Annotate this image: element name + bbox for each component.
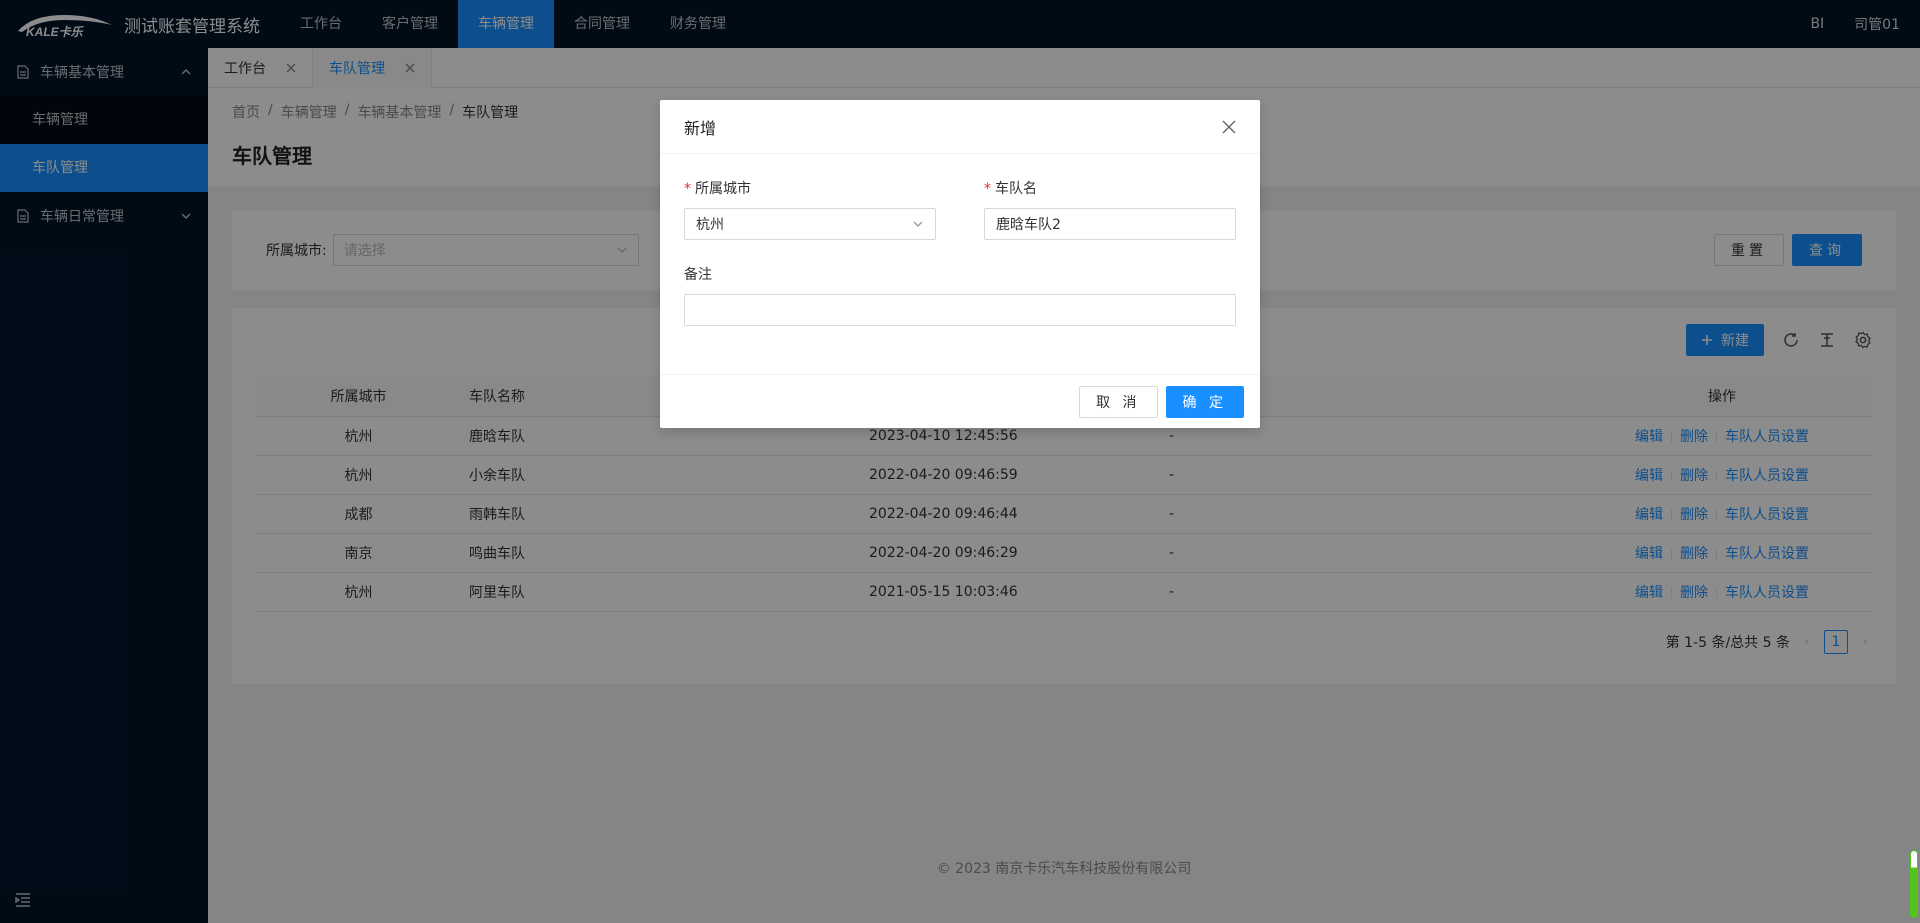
close-icon[interactable] [1222,120,1236,134]
required-mark: * [684,181,691,197]
remark-form-item: 备注 [684,264,1236,326]
team-name-input[interactable]: 鹿晗车队2 [984,208,1236,240]
modal-header: 新增 [660,100,1260,154]
scroll-indicator[interactable] [1910,850,1918,918]
city-form-item: * 所属城市 杭州 [684,178,936,240]
modal-title: 新增 [684,118,717,138]
cancel-button[interactable]: 取 消 [1079,385,1158,418]
city-select-value: 杭州 [696,217,724,233]
team-form-item: * 车队名 鹿晗车队2 [984,178,1236,240]
ok-button[interactable]: 确 定 [1165,385,1244,418]
modal-footer: 取 消 确 定 [660,374,1260,428]
modal-body: * 所属城市 杭州 * 车队名 鹿晗车队2 备注 [660,154,1260,326]
city-field-label: 所属城市 [695,181,751,197]
team-name-value: 鹿晗车队2 [996,217,1061,233]
required-mark: * [984,181,991,197]
chevron-down-icon [913,221,923,227]
add-fleet-modal: 新增 * 所属城市 杭州 * 车队名 鹿晗车队2 备注 取 消 确 定 [660,100,1260,428]
remark-field-label: 备注 [684,267,712,283]
city-select[interactable]: 杭州 [684,208,936,240]
remark-input[interactable] [684,294,1236,326]
team-field-label: 车队名 [995,181,1037,197]
